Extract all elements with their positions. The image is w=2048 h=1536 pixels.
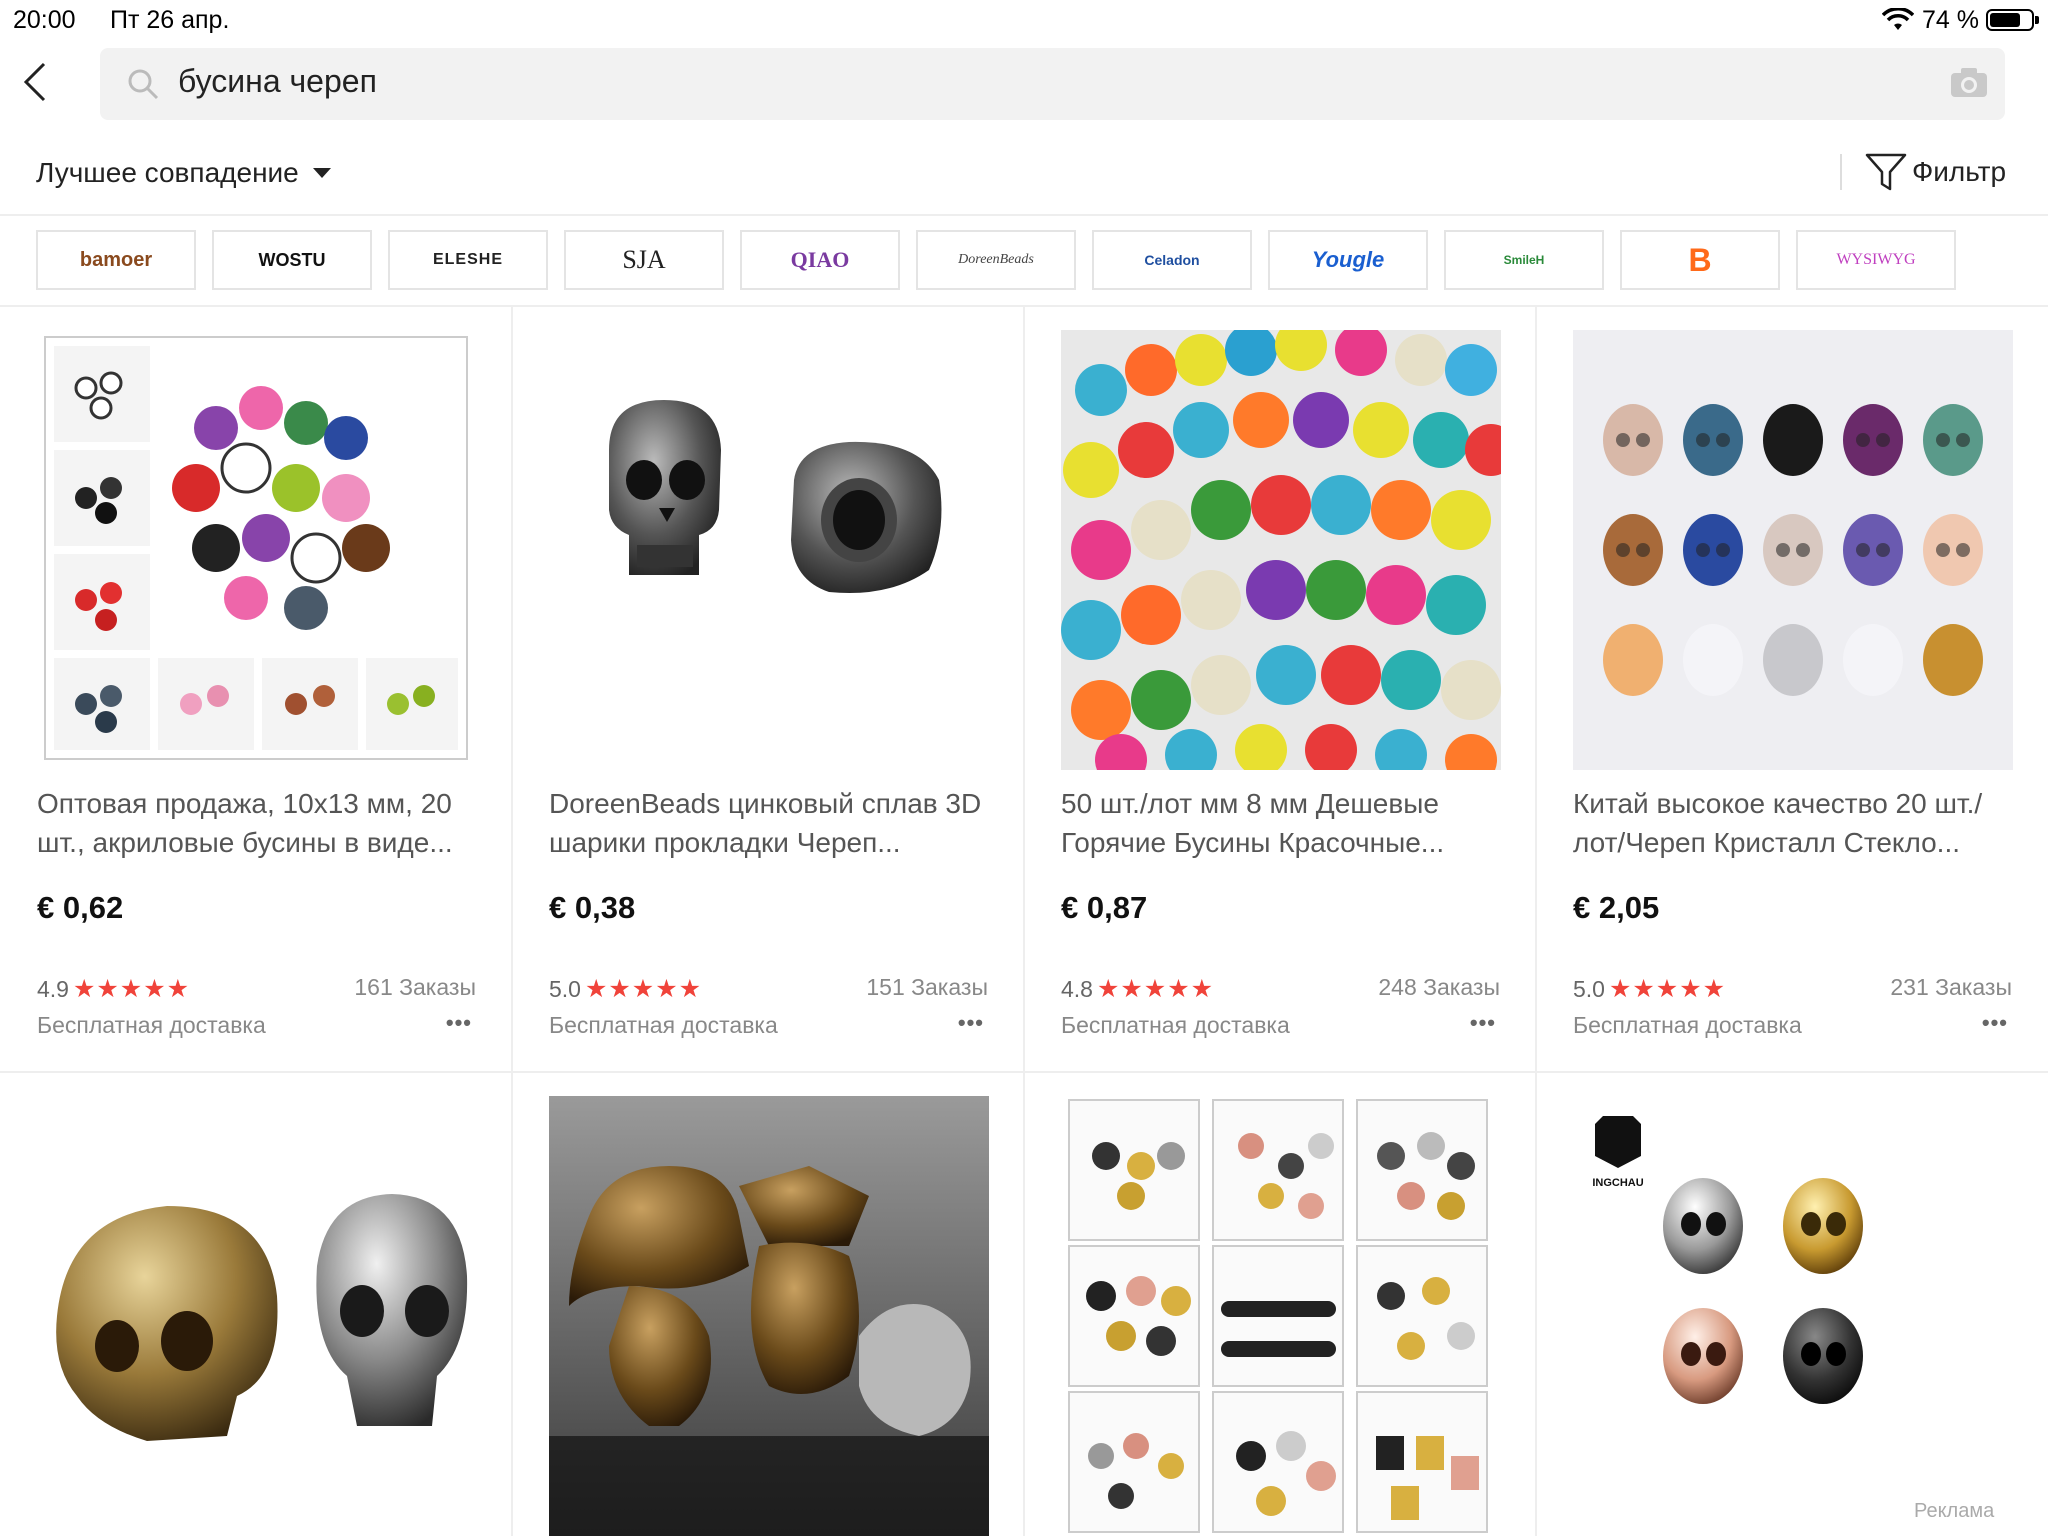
brand-chip[interactable]: SmileH [1444, 230, 1604, 290]
caret-down-icon [312, 167, 331, 178]
brand-chip[interactable]: WOSTU [212, 230, 372, 290]
brand-logo: SmileH [1503, 253, 1545, 267]
product-shipping: Бесплатная доставка [1573, 1012, 1802, 1038]
brand-chip[interactable]: SJA [564, 230, 724, 290]
product-image[interactable] [1061, 330, 1501, 770]
product-rating: 4.8 ★★★★★ [1061, 974, 1214, 1004]
product-price: € 0,87 [1061, 890, 1148, 925]
brand-chip[interactable]: Yougle [1268, 230, 1428, 290]
brand-logo: bamoer [79, 248, 153, 271]
product-image[interactable] [1573, 330, 2013, 770]
brand-chip[interactable]: bamoer [36, 230, 196, 290]
brand-logo: ELESHE [432, 251, 503, 268]
rating-value: 5.0 [549, 975, 581, 1002]
svg-text:INGCHAU: INGCHAU [1592, 1177, 1643, 1189]
back-arrow-icon[interactable] [18, 60, 58, 104]
product-rating: 4.9 ★★★★★ [37, 974, 190, 1004]
product-shipping: Бесплатная доставка [549, 1012, 778, 1038]
product-card[interactable] [1024, 1072, 1536, 1536]
camera-icon[interactable] [1949, 65, 1989, 104]
product-card[interactable] [512, 1072, 1024, 1536]
brand-chip[interactable]: WYSIWYG [1796, 230, 1956, 290]
product-title[interactable]: Китай высокое качество 20 шт./лот/Череп … [1573, 784, 2023, 862]
brand-logo: B [1688, 241, 1712, 278]
sort-dropdown[interactable]: Лучшее совпадение [36, 157, 331, 189]
product-title[interactable]: DoreenBeads цинковый сплав 3D шарики про… [549, 784, 999, 862]
product-title[interactable]: 50 шт./лот мм 8 мм Дешевые Горячие Бусин… [1061, 784, 1511, 862]
rating-value: 5.0 [1573, 975, 1605, 1002]
divider [1840, 154, 1842, 190]
product-card[interactable]: Оптовая продажа, 10x13 мм, 20 шт., акрил… [0, 306, 512, 1071]
search-bar[interactable]: бусина череп [100, 48, 2005, 120]
ingchau-logo: INGCHAU [1592, 1116, 1644, 1189]
product-card[interactable] [0, 1072, 512, 1536]
more-options-button[interactable]: ••• [958, 1010, 984, 1036]
battery-icon [1986, 9, 2039, 31]
product-image[interactable]: INGCHAU [1573, 1096, 2013, 1536]
rating-value: 4.8 [1061, 975, 1093, 1002]
product-shipping: Бесплатная доставка [37, 1012, 266, 1038]
brand-logo: DoreenBeads [958, 252, 1034, 267]
brand-strip: bamoer WOSTU ELESHE SJA QIAO DoreenBeads… [36, 230, 1972, 290]
status-date: Пт 26 апр. [110, 6, 230, 34]
product-card[interactable]: INGCHAU [1536, 1072, 2048, 1536]
product-card[interactable]: 50 шт./лот мм 8 мм Дешевые Горячие Бусин… [1024, 306, 1536, 1071]
filter-label: Фильтр [1912, 156, 2007, 187]
divider [0, 214, 2048, 216]
search-input[interactable]: бусина череп [178, 63, 377, 100]
product-image[interactable] [1061, 1096, 1501, 1536]
product-price: € 0,38 [549, 890, 636, 925]
status-bar: 20:00 Пт 26 апр. 74 % [0, 0, 2048, 40]
funnel-icon [1865, 153, 1907, 191]
filter-button[interactable]: Фильтр [1864, 150, 2006, 194]
product-title[interactable]: Оптовая продажа, 10x13 мм, 20 шт., акрил… [37, 784, 487, 862]
product-image[interactable] [549, 330, 989, 770]
brand-chip[interactable]: DoreenBeads [916, 230, 1076, 290]
brand-logo: WYSIWYG [1836, 251, 1916, 268]
star-icons: ★★★★★ [72, 975, 191, 1003]
wifi-icon [1881, 7, 1915, 39]
product-shipping: Бесплатная доставка [1061, 1012, 1290, 1038]
star-icons: ★★★★★ [1096, 975, 1215, 1003]
status-time: 20:00 [13, 6, 76, 34]
more-options-button[interactable]: ••• [446, 1010, 472, 1036]
star-icons: ★★★★★ [584, 975, 703, 1003]
product-image[interactable] [44, 336, 468, 760]
product-rating: 5.0 ★★★★★ [549, 974, 702, 1004]
product-rating: 5.0 ★★★★★ [1573, 974, 1726, 1004]
product-price: € 0,62 [37, 890, 124, 925]
product-image[interactable] [37, 1096, 477, 1536]
sort-label: Лучшее совпадение [36, 157, 299, 188]
brand-logo: Celadon [1144, 252, 1200, 268]
rating-value: 4.9 [37, 975, 69, 1002]
star-icons: ★★★★★ [1608, 975, 1727, 1003]
brand-chip[interactable]: B [1620, 230, 1780, 290]
product-image[interactable] [549, 1096, 989, 1536]
product-orders: 231 Заказы [1890, 974, 2012, 1000]
brand-logo: SJA [622, 245, 666, 274]
brand-chip[interactable]: QIAO [740, 230, 900, 290]
product-card[interactable]: Китай высокое качество 20 шт./лот/Череп … [1536, 306, 2048, 1071]
product-price: € 2,05 [1573, 890, 1660, 925]
more-options-button[interactable]: ••• [1982, 1010, 2008, 1036]
more-options-button[interactable]: ••• [1470, 1010, 1496, 1036]
product-orders: 248 Заказы [1378, 974, 1500, 1000]
brand-chip[interactable]: Celadon [1092, 230, 1252, 290]
brand-logo: QIAO [790, 247, 850, 272]
product-orders: 161 Заказы [354, 974, 476, 1000]
search-icon [126, 67, 160, 106]
battery-percent: 74 % [1922, 6, 1979, 34]
brand-logo: WOSTU [258, 249, 326, 270]
brand-chip[interactable]: ELESHE [388, 230, 548, 290]
brand-logo: Yougle [1311, 247, 1385, 272]
product-orders: 151 Заказы [866, 974, 988, 1000]
product-card[interactable]: DoreenBeads цинковый сплав 3D шарики про… [512, 306, 1024, 1071]
ad-label: Реклама [1914, 1500, 1995, 1522]
